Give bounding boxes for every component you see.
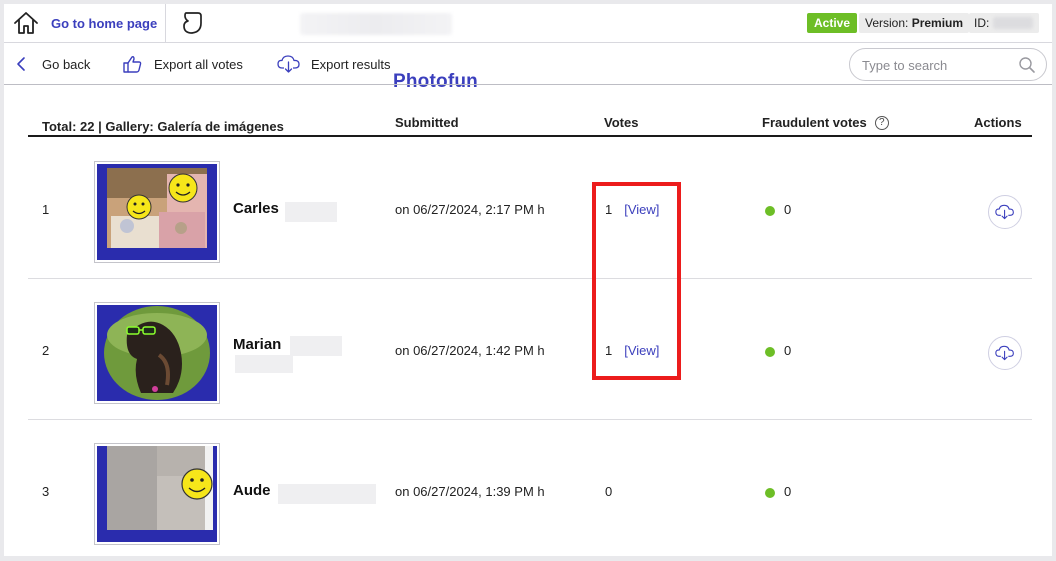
photofun-logo-icon xyxy=(183,12,202,34)
submitted-date: on 06/27/2024, 1:39 PM h xyxy=(395,484,545,499)
entry-photo xyxy=(97,164,217,260)
view-votes-link[interactable]: [View] xyxy=(624,202,659,217)
export-results-button[interactable]: Export results xyxy=(277,54,390,74)
submitted-date: on 06/27/2024, 1:42 PM h xyxy=(395,343,545,358)
redacted-surname xyxy=(290,336,342,356)
table-header: Total: 22 | Gallery: Galería de imágenes… xyxy=(28,115,1032,137)
download-button[interactable] xyxy=(988,336,1022,370)
votes-cell: 1 [View] xyxy=(605,202,659,217)
votes-cell: 1 [View] xyxy=(605,343,659,358)
status-dot xyxy=(765,346,775,357)
version-prefix: Version: xyxy=(865,16,912,30)
cloud-download-icon xyxy=(995,204,1014,220)
download-button[interactable] xyxy=(988,195,1022,229)
column-actions: Actions xyxy=(974,115,1022,130)
home-link-label: Go to home page xyxy=(51,15,158,31)
redacted-account-name xyxy=(300,13,452,35)
cloud-download-icon xyxy=(995,345,1014,361)
redacted-surname xyxy=(278,484,376,504)
status-dot xyxy=(765,487,775,498)
participant-name: Marian xyxy=(233,336,282,353)
fraudulent-votes-cell: 0 xyxy=(765,202,791,217)
status-dot xyxy=(765,205,775,216)
column-submitted: Submitted xyxy=(395,115,459,130)
header-divider xyxy=(165,4,166,43)
table-row: 3 Aude on 06/27/2024, 1:39 PM h 0 0 xyxy=(28,420,1032,556)
participant-name: Carles xyxy=(233,200,279,217)
fraudulent-votes-cell: 0 xyxy=(765,484,791,499)
version-value: Premium xyxy=(911,16,964,30)
redacted-surname-line2 xyxy=(235,355,293,373)
redacted-surname xyxy=(285,202,337,222)
brand: Photofun xyxy=(180,9,478,92)
id-label: ID: xyxy=(974,16,990,30)
submitted-date: on 06/27/2024, 2:17 PM h xyxy=(395,202,545,217)
photo-dog-sunglasses xyxy=(97,305,217,401)
home-link[interactable]: Go to home page xyxy=(12,10,157,36)
votes-cell: 0 xyxy=(605,484,612,499)
column-fraudulent-votes: Fraudulent votes? xyxy=(762,115,889,130)
photo-blurred-smiley xyxy=(97,446,217,542)
export-all-votes-button[interactable]: Export all votes xyxy=(122,54,243,74)
version-badge: Version: Premium xyxy=(859,13,970,33)
entry-photo xyxy=(97,305,217,401)
home-icon xyxy=(14,12,38,34)
votes-count: 1 xyxy=(605,202,613,217)
cloud-download-icon xyxy=(277,55,300,73)
export-all-votes-label: Export all votes xyxy=(154,56,243,72)
fraudulent-votes-cell: 0 xyxy=(765,343,791,358)
fraudulent-count: 0 xyxy=(784,484,792,499)
table-row: 2 Marian on 06/27/2024, 1:42 PM h 1 [Vie… xyxy=(28,279,1032,420)
thumbs-up-icon xyxy=(123,56,142,73)
help-circle-icon[interactable]: ? xyxy=(874,115,889,130)
photo-children-smiley xyxy=(97,164,217,260)
fraudulent-count: 0 xyxy=(784,343,792,358)
app-window: Go to home page Photofun Active Version:… xyxy=(4,4,1052,556)
votes-count: 1 xyxy=(605,343,613,358)
search-input[interactable] xyxy=(862,56,1012,74)
search-icon[interactable] xyxy=(1018,56,1036,74)
column-votes: Votes xyxy=(604,115,639,130)
column-fraudulent-label: Fraudulent votes xyxy=(762,115,867,130)
go-back-label: Go back xyxy=(42,56,91,72)
status-badge: Active xyxy=(807,13,858,33)
votes-count: 0 xyxy=(605,484,613,499)
entry-photo xyxy=(97,446,217,542)
entry-thumbnail[interactable] xyxy=(94,443,220,545)
search-box xyxy=(849,48,1047,81)
top-header: Go to home page Photofun Active Version:… xyxy=(4,4,1052,92)
table-row: 1 Carles on 06/27/2024, 2:17 PM h 1 [Vie… xyxy=(28,138,1032,279)
total-gallery-heading: Total: 22 | Gallery: Galería de imágenes xyxy=(42,119,284,134)
row-index: 1 xyxy=(42,202,50,217)
row-index: 3 xyxy=(42,484,50,499)
view-votes-link[interactable]: [View] xyxy=(624,343,659,358)
entry-thumbnail[interactable] xyxy=(94,161,220,263)
id-badge: ID: xyxy=(969,13,1039,33)
go-back-button[interactable]: Go back xyxy=(16,54,90,74)
participant-name: Aude xyxy=(233,482,271,499)
export-results-label: Export results xyxy=(311,56,391,72)
fraudulent-count: 0 xyxy=(784,202,792,217)
row-index: 2 xyxy=(42,343,50,358)
toolbar: Go back Export all votes Export results xyxy=(4,44,1052,85)
chevron-left-icon xyxy=(17,57,25,71)
entry-thumbnail[interactable] xyxy=(94,302,220,404)
redacted-id xyxy=(993,17,1033,29)
